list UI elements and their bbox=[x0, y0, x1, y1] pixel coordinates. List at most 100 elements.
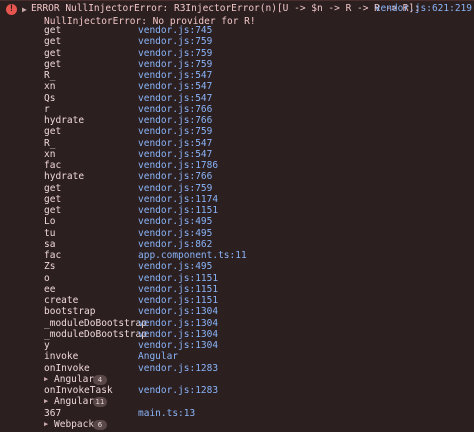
group-count-badge: 6 bbox=[93, 419, 107, 430]
frame-location-link[interactable]: vendor.js:862 bbox=[138, 239, 212, 250]
stack-frame: Zs vendor.js:495 bbox=[0, 261, 474, 272]
frame-location-link[interactable]: vendor.js:1151 bbox=[138, 273, 218, 284]
frame-function: xn bbox=[44, 81, 56, 93]
frame-location-link[interactable]: vendor.js:1283 bbox=[138, 363, 218, 374]
triangle-right-icon[interactable]: ▶ bbox=[44, 397, 48, 405]
frame-function: fac bbox=[44, 250, 62, 261]
frame-location-link[interactable]: vendor.js:1151 bbox=[138, 284, 218, 295]
frame-function: o bbox=[44, 272, 50, 284]
stack-frame: onInvoke vendor.js:1283 bbox=[0, 363, 474, 374]
triangle-right-icon[interactable]: ▶ bbox=[44, 420, 48, 428]
frame-location-link[interactable]: vendor.js:547 bbox=[138, 81, 212, 92]
stack-frame: r vendor.js:766 bbox=[0, 104, 474, 115]
frame-location-link[interactable]: main.ts:13 bbox=[138, 408, 195, 419]
stack-frame: create vendor.js:1151 bbox=[0, 295, 474, 306]
stack-frame: xn vendor.js:547 bbox=[0, 81, 474, 92]
frame-function: get bbox=[44, 182, 62, 194]
collapsed-frames-group[interactable]: ▶ Angular 4 bbox=[0, 374, 474, 385]
frame-function: get bbox=[44, 36, 62, 48]
frame-location-link[interactable]: vendor.js:766 bbox=[138, 104, 212, 115]
frame-function: _moduleDoBootstrap bbox=[44, 328, 147, 340]
stack-frame: get vendor.js:759 bbox=[0, 126, 474, 137]
frame-location-link[interactable]: vendor.js:495 bbox=[138, 216, 212, 227]
frame-location-link[interactable]: vendor.js:1304 bbox=[138, 340, 218, 351]
frame-location-link[interactable]: vendor.js:759 bbox=[138, 36, 212, 47]
frame-function: _moduleDoBootstrap bbox=[44, 317, 147, 329]
stack-frame: get vendor.js:1174 bbox=[0, 194, 474, 205]
frame-function: Lo bbox=[44, 216, 56, 228]
frame-location-link[interactable]: vendor.js:547 bbox=[138, 70, 212, 81]
frame-location-link[interactable]: vendor.js:547 bbox=[138, 138, 212, 149]
collapsed-frames-group[interactable]: ▶ Webpack 6 bbox=[0, 419, 474, 430]
stack-frame: R_ vendor.js:547 bbox=[0, 138, 474, 149]
frame-function: xn bbox=[44, 148, 56, 160]
frame-location-link[interactable]: vendor.js:1786 bbox=[138, 160, 218, 171]
triangle-right-icon[interactable]: ▶ bbox=[44, 375, 48, 383]
error-text-line1: ERROR NullInjectorError: R3InjectorError… bbox=[31, 3, 420, 14]
stack-frame: _moduleDoBootstrap vendor.js:1304 bbox=[0, 329, 474, 340]
frame-location-link[interactable]: vendor.js:1151 bbox=[138, 295, 218, 306]
group-name: Angular bbox=[54, 373, 95, 385]
frame-location-link[interactable]: vendor.js:547 bbox=[138, 93, 212, 104]
frame-function: ee bbox=[44, 283, 56, 295]
frame-location-link[interactable]: vendor.js:547 bbox=[138, 149, 212, 160]
stack-frame: get vendor.js:1151 bbox=[0, 205, 474, 216]
frame-function: fac bbox=[44, 160, 62, 171]
stack-frame: tu vendor.js:495 bbox=[0, 228, 474, 239]
frame-function: Qs bbox=[44, 92, 56, 104]
frame-function: get bbox=[44, 126, 62, 138]
frame-function: y bbox=[44, 340, 50, 351]
frame-location-link[interactable]: vendor.js:766 bbox=[138, 171, 212, 182]
frame-location-link[interactable]: vendor.js:759 bbox=[138, 48, 212, 59]
stack-frame: bootstrap vendor.js:1304 bbox=[0, 306, 474, 317]
frame-location-link[interactable]: app.component.ts:11 bbox=[138, 250, 247, 261]
stack-frame: get vendor.js:759 bbox=[0, 48, 474, 59]
error-circle-icon: ! bbox=[6, 4, 17, 15]
expand-caret-icon[interactable]: ▶ bbox=[22, 4, 27, 15]
frame-function: create bbox=[44, 295, 79, 306]
frame-location-link[interactable]: vendor.js:759 bbox=[138, 126, 212, 137]
frame-function: R_ bbox=[44, 70, 56, 81]
frame-function: get bbox=[44, 25, 62, 36]
stack-frame: hydrate vendor.js:766 bbox=[0, 115, 474, 126]
stack-frame: 367 main.ts:13 bbox=[0, 408, 474, 419]
frame-location-link[interactable]: vendor.js:759 bbox=[138, 59, 212, 70]
frame-function: r bbox=[44, 103, 50, 115]
frame-location-link[interactable]: vendor.js:1304 bbox=[138, 306, 218, 317]
frame-location-link[interactable]: vendor.js:745 bbox=[138, 25, 212, 36]
stack-frame: xn vendor.js:547 bbox=[0, 149, 474, 160]
frame-location-link[interactable]: vendor.js:759 bbox=[138, 183, 212, 194]
frame-function: 367 bbox=[44, 407, 62, 419]
frame-function: onInvokeTask bbox=[44, 385, 113, 396]
frame-location-link[interactable]: vendor.js:1174 bbox=[138, 194, 218, 205]
frame-function: invoke bbox=[44, 351, 79, 363]
frame-function: sa bbox=[44, 238, 56, 250]
frame-location-link[interactable]: vendor.js:1283 bbox=[138, 385, 218, 396]
frame-function: R_ bbox=[44, 137, 56, 149]
stack-frame: get vendor.js:745 bbox=[0, 25, 474, 36]
frame-function: get bbox=[44, 193, 62, 205]
group-count-badge: 11 bbox=[93, 397, 107, 408]
collapsed-frames-group[interactable]: ▶ Angular 11 bbox=[0, 396, 474, 408]
frame-function: get bbox=[44, 205, 62, 216]
frame-location-link[interactable]: vendor.js:495 bbox=[138, 228, 212, 239]
group-name: Angular bbox=[54, 396, 95, 408]
frame-location-link[interactable]: vendor.js:1151 bbox=[138, 205, 218, 216]
frame-location-link[interactable]: vendor.js:1304 bbox=[138, 318, 218, 329]
frame-function: bootstrap bbox=[44, 306, 96, 318]
stack-frame: fac vendor.js:1786 bbox=[0, 160, 474, 171]
stack-frame: get vendor.js:759 bbox=[0, 36, 474, 47]
console-panel: ! ▶ ERROR NullInjectorError: R3InjectorE… bbox=[0, 0, 474, 432]
stack-frame: _moduleDoBootstrap vendor.js:1304 bbox=[0, 318, 474, 329]
stack-frame: get vendor.js:759 bbox=[0, 59, 474, 70]
stack-frame: y vendor.js:1304 bbox=[0, 340, 474, 351]
stack-frame: hydrate vendor.js:766 bbox=[0, 171, 474, 182]
stack-frame: ee vendor.js:1151 bbox=[0, 284, 474, 295]
frame-function: hydrate bbox=[44, 171, 85, 183]
frame-location-link[interactable]: vendor.js:766 bbox=[138, 115, 212, 126]
error-source-link[interactable]: vendor.js:621:219 bbox=[375, 3, 472, 14]
frame-location-link[interactable]: vendor.js:495 bbox=[138, 261, 212, 272]
frame-location-link[interactable]: Angular bbox=[138, 351, 178, 362]
stack-frame: Lo vendor.js:495 bbox=[0, 216, 474, 227]
frame-location-link[interactable]: vendor.js:1304 bbox=[138, 329, 218, 340]
